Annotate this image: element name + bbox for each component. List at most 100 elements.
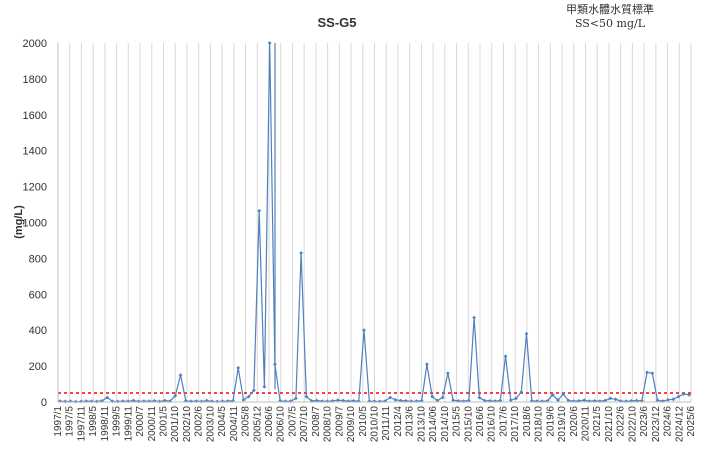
- x-tick-label: 2000/11: [147, 406, 158, 442]
- data-point: [445, 371, 450, 376]
- x-tick-label: 2011/11: [381, 406, 392, 441]
- x-tick-label: 2020/6: [569, 406, 580, 437]
- y-tick-label: 1000: [23, 218, 47, 230]
- x-tick-label: 2021/10: [604, 406, 615, 443]
- x-tick-label: 2020/11: [581, 406, 592, 442]
- x-tick-label: 2008/10: [323, 406, 334, 443]
- data-point: [377, 399, 382, 404]
- x-tick-label: 2019/6: [545, 406, 556, 437]
- y-tick-label: 1200: [23, 182, 47, 194]
- x-tick-label: 2018/6: [522, 406, 533, 437]
- x-tick-label: 1997/5: [65, 406, 76, 437]
- data-point: [503, 354, 508, 359]
- data-point: [79, 399, 83, 404]
- y-tick-label: 800: [29, 253, 47, 265]
- data-point: [524, 331, 529, 336]
- x-tick-label: 1999/11: [123, 406, 134, 442]
- x-tick-label: 2003/10: [205, 406, 216, 443]
- x-tick-label: 2013/6: [405, 406, 416, 437]
- y-axis-ticks: 0 200 400 600 800 1000 1200 1400 1600 1800 2000: [23, 38, 47, 409]
- data-point: [94, 399, 99, 404]
- x-tick-label: 1998/11: [100, 406, 111, 442]
- x-tick-label: 1997/11: [76, 406, 87, 442]
- x-tick-label: 1997/1: [53, 406, 64, 437]
- x-tick-label: 2018/10: [534, 406, 545, 443]
- data-point: [624, 399, 628, 404]
- x-tick-label: 2015/10: [463, 406, 474, 443]
- data-point: [178, 373, 183, 377]
- data-point: [666, 397, 670, 402]
- data-point: [393, 397, 398, 402]
- x-tick-label: 2012/4: [393, 406, 404, 437]
- x-tick-label: 2010/10: [370, 406, 381, 443]
- data-point: [472, 315, 476, 320]
- y-tick-label: 1600: [23, 110, 47, 122]
- chart-canvas: SS-G5 甲類水體水質標準 SS<50 mg/L (mg/L) 0200400…: [13, 2, 697, 443]
- x-tick-label: 2019/10: [557, 406, 568, 443]
- y-tick-label: 600: [29, 289, 47, 301]
- standard-note-line2: SS<50 mg/L: [575, 17, 646, 30]
- x-tick-label: 2023/6: [639, 406, 650, 437]
- y-tick-label: 1400: [23, 146, 47, 158]
- x-tick-label: 2016/10: [487, 406, 498, 443]
- x-tick-label: 2022/10: [627, 406, 638, 443]
- data-point: [257, 208, 262, 213]
- data-point: [215, 399, 220, 404]
- x-tick-label: 2010/5: [358, 406, 369, 437]
- data-point: [147, 399, 152, 404]
- data-point: [283, 399, 288, 404]
- data-point: [68, 399, 73, 404]
- grid-lines: [69, 43, 692, 402]
- x-tick-label: 2014/06: [428, 406, 439, 443]
- data-point: [220, 399, 225, 404]
- y-tick-label: 2000: [23, 38, 47, 50]
- x-tick-label: 2023/12: [651, 406, 662, 443]
- x-tick-label: 2017/10: [510, 406, 521, 443]
- x-tick-label: 2005/12: [252, 406, 263, 443]
- x-tick-label: 2024/6: [663, 406, 674, 437]
- y-tick-label: 200: [29, 361, 47, 373]
- data-point: [199, 399, 204, 404]
- chart-title: SS-G5: [317, 15, 356, 30]
- data-point: [236, 365, 241, 370]
- x-tick-label: 2007/5: [287, 406, 298, 437]
- x-tick-label: 2015/5: [452, 406, 463, 437]
- x-tick-label: 2014/10: [440, 406, 451, 443]
- x-tick-label: 2022/6: [616, 406, 627, 437]
- x-axis-ticks: 1997/1 1997/5 1997/11 1998/5 1998/11 1999/5 19…: [53, 406, 697, 443]
- data-point: [126, 399, 131, 404]
- data-point: [299, 251, 304, 255]
- y-tick-label: 1800: [23, 74, 47, 86]
- x-tick-label: 1998/5: [88, 406, 99, 437]
- x-tick-label: 1999/5: [112, 406, 123, 437]
- x-tick-label: 2024/12: [674, 406, 685, 443]
- x-tick-label: 2002/6: [194, 406, 205, 437]
- x-tick-label: 2000/7: [135, 406, 146, 437]
- x-tick-label: 2008/7: [311, 406, 322, 437]
- data-point: [372, 399, 377, 404]
- x-tick-label: 2005/8: [241, 406, 252, 437]
- x-tick-label: 2016/6: [475, 406, 486, 437]
- x-tick-label: 2004/5: [217, 406, 228, 437]
- x-tick-label: 2009/10: [346, 406, 357, 443]
- data-point: [650, 371, 655, 376]
- data-point: [189, 399, 193, 404]
- x-tick-label: 2021/5: [592, 406, 603, 437]
- data-point: [425, 362, 429, 367]
- data-point: [645, 370, 649, 375]
- x-tick-label: 2025/6: [686, 406, 697, 437]
- x-tick-label: 2006/6: [264, 406, 275, 437]
- x-tick-label: 2002/10: [182, 406, 193, 443]
- data-point: [540, 399, 545, 404]
- x-tick-label: 2009/7: [334, 406, 345, 437]
- y-tick-label: 400: [29, 325, 47, 337]
- data-point: [63, 399, 68, 404]
- data-point: [157, 399, 162, 404]
- standard-note-line1: 甲類水體水質標準: [566, 2, 654, 16]
- x-tick-label: 2013/10: [416, 406, 427, 443]
- x-tick-label: 2004/11: [229, 406, 240, 442]
- x-tick-label: 2007/10: [299, 406, 310, 443]
- x-tick-label: 2001/10: [170, 406, 181, 443]
- data-point: [267, 41, 272, 45]
- x-tick-label: 2017/6: [498, 406, 509, 437]
